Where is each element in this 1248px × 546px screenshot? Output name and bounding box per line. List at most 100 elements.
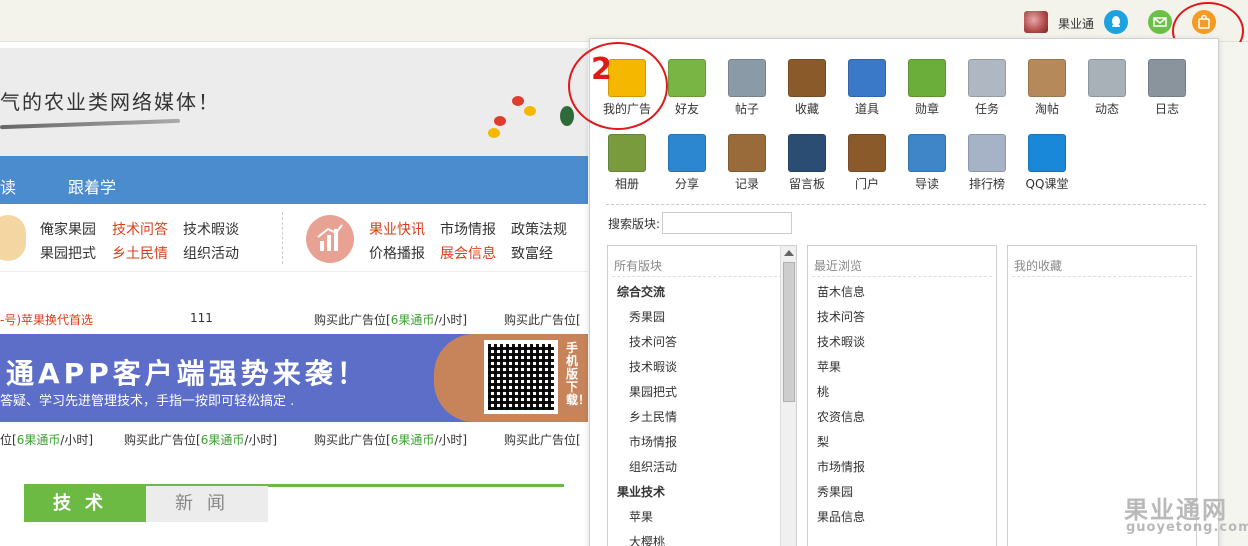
app-record[interactable]: 记录 bbox=[717, 134, 777, 192]
recent-forum-item[interactable]: 市场情报 bbox=[817, 458, 865, 475]
recent-forum-item[interactable]: 农资信息 bbox=[817, 408, 865, 425]
qq-icon[interactable] bbox=[1104, 10, 1128, 34]
star-icon bbox=[788, 59, 826, 97]
avatar[interactable] bbox=[1024, 11, 1048, 33]
app-label: 相册 bbox=[614, 177, 639, 191]
forum-item[interactable]: 市场情报 bbox=[629, 433, 677, 450]
app-rss[interactable]: 动态 bbox=[1077, 59, 1137, 117]
link-policy[interactable]: 政策法规 bbox=[511, 219, 567, 239]
ad-slot-link[interactable]: 购买此广告位[ bbox=[504, 311, 581, 328]
username[interactable]: 果业通 bbox=[1058, 15, 1094, 32]
divider bbox=[282, 212, 283, 264]
ad-slot-link[interactable]: 购买此广告位[6果通币/小时] bbox=[314, 311, 467, 328]
link-price[interactable]: 价格播报 bbox=[369, 243, 425, 263]
divider bbox=[606, 204, 1206, 205]
app-medal[interactable]: 勋章 bbox=[897, 59, 957, 117]
ad-slot-link[interactable]: 购买此广告位[6果通币/小时] bbox=[314, 431, 467, 448]
search-label: 搜索版块: bbox=[608, 217, 661, 231]
forum-item[interactable]: 乡土民情 bbox=[629, 408, 677, 425]
recent-forum-item[interactable]: 桃 bbox=[817, 383, 829, 400]
scroll-thumb[interactable] bbox=[783, 262, 795, 402]
app-star[interactable]: 收藏 bbox=[777, 59, 837, 117]
forum-item[interactable]: 果园把式 bbox=[629, 383, 677, 400]
annotation-number-2: 2 bbox=[591, 52, 612, 87]
ad-slot-link[interactable]: 购买此广告位[6果通币/小时] bbox=[124, 431, 277, 448]
tab-news[interactable]: 新闻 bbox=[146, 486, 268, 522]
link-tech-chat[interactable]: 技术暇谈 bbox=[183, 219, 239, 239]
link-folk[interactable]: 乡土民情 bbox=[112, 243, 168, 263]
banner-subtitle: 答疑、学习先进管理技术，手指一按即可轻松搞定 . bbox=[0, 394, 295, 409]
balloon-icon bbox=[524, 106, 536, 116]
share-icon bbox=[668, 134, 706, 172]
friends-icon bbox=[668, 59, 706, 97]
recent-forum-item[interactable]: 技术暇谈 bbox=[817, 333, 865, 350]
link-exhibition[interactable]: 展会信息 bbox=[440, 243, 496, 263]
chat-icon bbox=[0, 215, 26, 261]
ad-slot-link[interactable]: 位[6果通币/小时] bbox=[0, 431, 93, 448]
app-label: 帖子 bbox=[734, 102, 759, 116]
search-forum-input[interactable] bbox=[662, 212, 792, 234]
app-album[interactable]: 相册 bbox=[597, 134, 657, 192]
recent-forum-item[interactable]: 苗木信息 bbox=[817, 283, 865, 300]
recent-forum-item[interactable]: 技术问答 bbox=[817, 308, 865, 325]
forum-item[interactable]: 组织活动 bbox=[629, 458, 677, 475]
link-news[interactable]: 果业快讯 bbox=[369, 219, 425, 239]
watermark-url: guoyetong.com bbox=[1126, 520, 1248, 535]
app-task[interactable]: 任务 bbox=[957, 59, 1017, 117]
journal-icon bbox=[1148, 59, 1186, 97]
app-label: 任务 bbox=[974, 102, 999, 116]
app-rank[interactable]: 排行榜 bbox=[957, 134, 1017, 192]
app-portal[interactable]: 门户 bbox=[837, 134, 897, 192]
app-label: 淘帖 bbox=[1034, 102, 1059, 116]
qq-class-icon bbox=[1028, 134, 1066, 172]
scroll-up-icon[interactable] bbox=[784, 250, 794, 256]
nav-item-follow-learn[interactable]: 跟着学 bbox=[68, 174, 116, 198]
app-journal[interactable]: 日志 bbox=[1137, 59, 1197, 117]
recent-forum-item[interactable]: 梨 bbox=[817, 433, 829, 450]
col-heading: 所有版块 bbox=[614, 259, 663, 273]
app-qq-class[interactable]: QQ课堂 bbox=[1017, 134, 1077, 192]
link-tech-qa[interactable]: 技术问答 bbox=[112, 219, 168, 239]
forum-group-label[interactable]: 果业技术 bbox=[617, 483, 665, 500]
recent-forum-item[interactable]: 秀果园 bbox=[817, 483, 853, 500]
app-board[interactable]: 留言板 bbox=[777, 134, 837, 192]
app-label: 道具 bbox=[854, 102, 879, 116]
forum-item[interactable]: 技术问答 bbox=[629, 333, 677, 350]
forum-item[interactable]: 苹果 bbox=[629, 508, 653, 525]
album-icon bbox=[608, 134, 646, 172]
link-orchard-master[interactable]: 果园把式 bbox=[40, 243, 96, 263]
col-heading: 我的收藏 bbox=[1014, 259, 1063, 273]
app-post[interactable]: 帖子 bbox=[717, 59, 777, 117]
link-wealth[interactable]: 致富经 bbox=[511, 243, 553, 263]
link-events[interactable]: 组织活动 bbox=[183, 243, 239, 263]
post-icon bbox=[728, 59, 766, 97]
qr-code bbox=[484, 340, 558, 414]
scrollbar[interactable] bbox=[780, 246, 796, 546]
forum-item[interactable]: 秀果园 bbox=[629, 308, 665, 325]
forum-item[interactable]: 技术暇谈 bbox=[629, 358, 677, 375]
guide-icon bbox=[908, 134, 946, 172]
annotation-circle-2 bbox=[568, 42, 668, 130]
app-tray[interactable]: 淘帖 bbox=[1017, 59, 1077, 117]
app-share[interactable]: 分享 bbox=[657, 134, 717, 192]
recent-forum-item[interactable]: 苹果 bbox=[817, 358, 841, 375]
forum-group-label[interactable]: 综合交流 bbox=[617, 283, 665, 300]
nav-item[interactable]: 读 bbox=[0, 174, 16, 198]
forum-item[interactable]: 大樱桃 bbox=[629, 533, 665, 546]
app-label: 导读 bbox=[914, 177, 939, 191]
app-guide[interactable]: 导读 bbox=[897, 134, 957, 192]
tab-tech[interactable]: 技术 bbox=[24, 486, 146, 522]
link-market[interactable]: 市场情报 bbox=[440, 219, 496, 239]
chart-icon bbox=[306, 215, 354, 263]
ad-link[interactable]: -号)苹果换代首选 bbox=[0, 311, 93, 328]
recent-forum-item[interactable]: 果品信息 bbox=[817, 508, 865, 525]
mail-icon[interactable] bbox=[1148, 10, 1172, 34]
app-wand[interactable]: 道具 bbox=[837, 59, 897, 117]
main-nav: 读 跟着学 bbox=[0, 156, 588, 204]
ad-link[interactable]: 111 bbox=[190, 311, 213, 325]
app-label: 日志 bbox=[1154, 102, 1179, 116]
ad-slot-link[interactable]: 购买此广告位[ bbox=[504, 431, 581, 448]
record-icon bbox=[728, 134, 766, 172]
link-orchard[interactable]: 俺家果园 bbox=[40, 219, 96, 239]
screenshot-stage: 果业通 1 气的农业类网络媒体！ 读 跟着学 俺家果园 技术问答 技术暇谈 果园… bbox=[0, 0, 1248, 546]
